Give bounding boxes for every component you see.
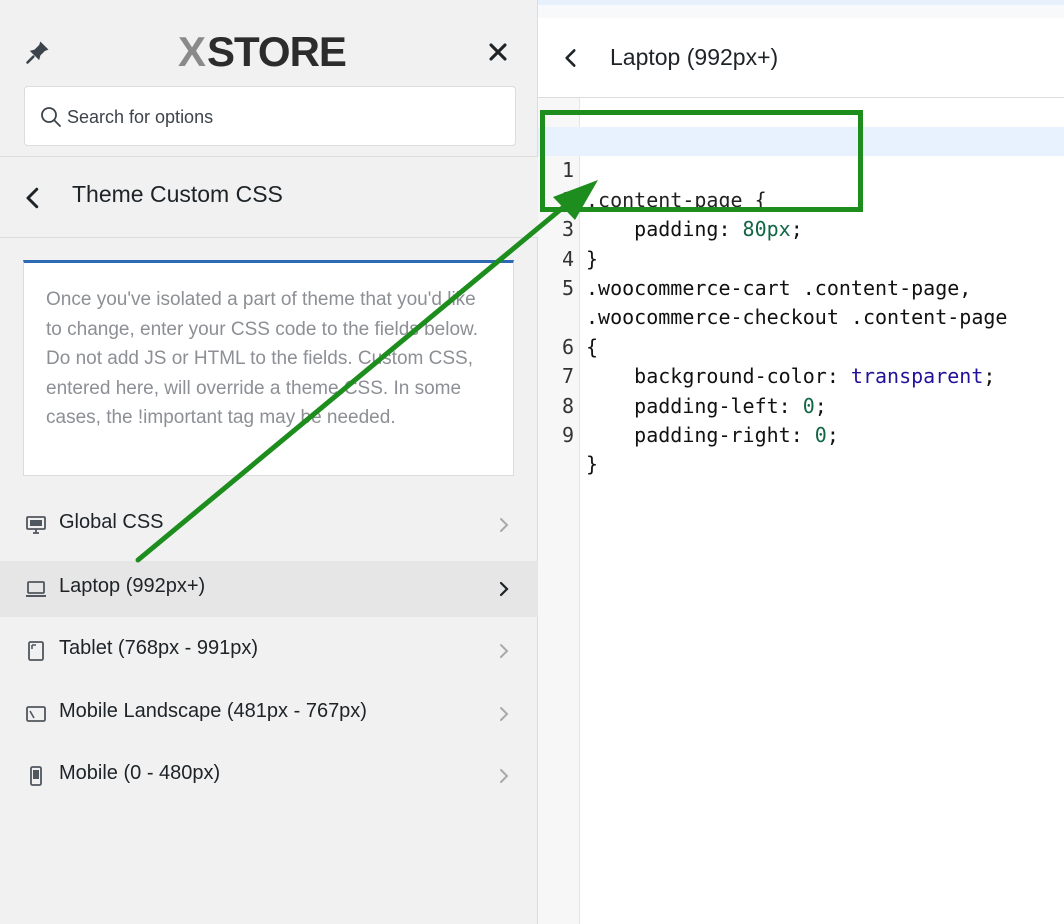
nav-item-label: Global CSS (59, 511, 164, 533)
customizer-sidebar: XSTORE Theme Custom CSS Once you've isol… (0, 0, 538, 924)
laptop-icon (26, 581, 46, 597)
chevron-right-icon (500, 707, 509, 721)
chevron-right-icon (500, 644, 509, 658)
sidebar-header: X STORE (0, 18, 538, 86)
line-number: 9 (561, 423, 574, 447)
nav-item-label: Laptop (992px+) (59, 575, 206, 597)
section-title: Theme Custom CSS (72, 181, 283, 207)
xstore-logo: X STORE (178, 28, 347, 76)
back-button[interactable] (18, 183, 48, 213)
code-line[interactable]: 7 padding-left: 0; (538, 333, 1064, 417)
code-text: padding-right: 0; (586, 423, 839, 447)
close-icon[interactable] (484, 38, 512, 66)
css-panel-header: Laptop (992px+) (538, 18, 1064, 98)
nav-item-mobile-landscape[interactable]: Mobile Landscape (481px - 767px) (0, 686, 538, 742)
nav-item-label: Mobile (0 - 480px) (59, 762, 221, 784)
tablet-icon (28, 641, 44, 661)
mobile-icon (30, 766, 42, 786)
mobile-landscape-icon (26, 706, 46, 722)
css-code-editor[interactable]: 1 .content-page { 2 padding: 80px; 3 } 4… (538, 98, 1064, 924)
desktop-icon (26, 516, 46, 534)
logo-mark: X (178, 28, 206, 75)
nav-item-laptop[interactable]: Laptop (992px+) (0, 561, 538, 617)
annotation-highlight-box (540, 110, 863, 212)
description-text: Once you've isolated a part of theme tha… (46, 289, 478, 428)
nav-item-global-css[interactable]: Global CSS (0, 497, 538, 553)
panel-title: Laptop (992px+) (610, 44, 779, 70)
pin-icon[interactable] (24, 38, 52, 66)
section-header: Theme Custom CSS (0, 156, 538, 238)
code-line[interactable]: 8 padding-right: 0; (538, 362, 1064, 447)
code-line[interactable]: 5 .woocommerce-checkout .content-page (538, 245, 1064, 329)
logo-wordmark: STORE (207, 28, 347, 75)
code-line[interactable]: 4 .woocommerce-cart .content-page, (538, 215, 1064, 300)
chevron-right-icon (500, 518, 509, 532)
chevron-right-icon (499, 581, 509, 597)
code-text: } (586, 452, 599, 477)
nav-item-label: Mobile Landscape (481px - 767px) (59, 700, 367, 722)
search-input[interactable] (67, 97, 497, 137)
nav-item-tablet[interactable]: Tablet (768px - 991px) (0, 623, 538, 679)
code-line[interactable]: 6 background-color: transparent; (538, 303, 1064, 388)
nav-item-mobile[interactable]: Mobile (0 - 480px) (0, 748, 538, 804)
description-box: Once you've isolated a part of theme tha… (23, 260, 514, 476)
code-line[interactable]: 9 } (538, 392, 1064, 476)
panel-back-button[interactable] (558, 44, 584, 72)
chevron-right-icon (500, 769, 509, 783)
search-box (24, 86, 516, 146)
nav-item-label: Tablet (768px - 991px) (59, 637, 259, 659)
code-line[interactable]: { (538, 274, 1064, 359)
search-icon (41, 107, 61, 127)
